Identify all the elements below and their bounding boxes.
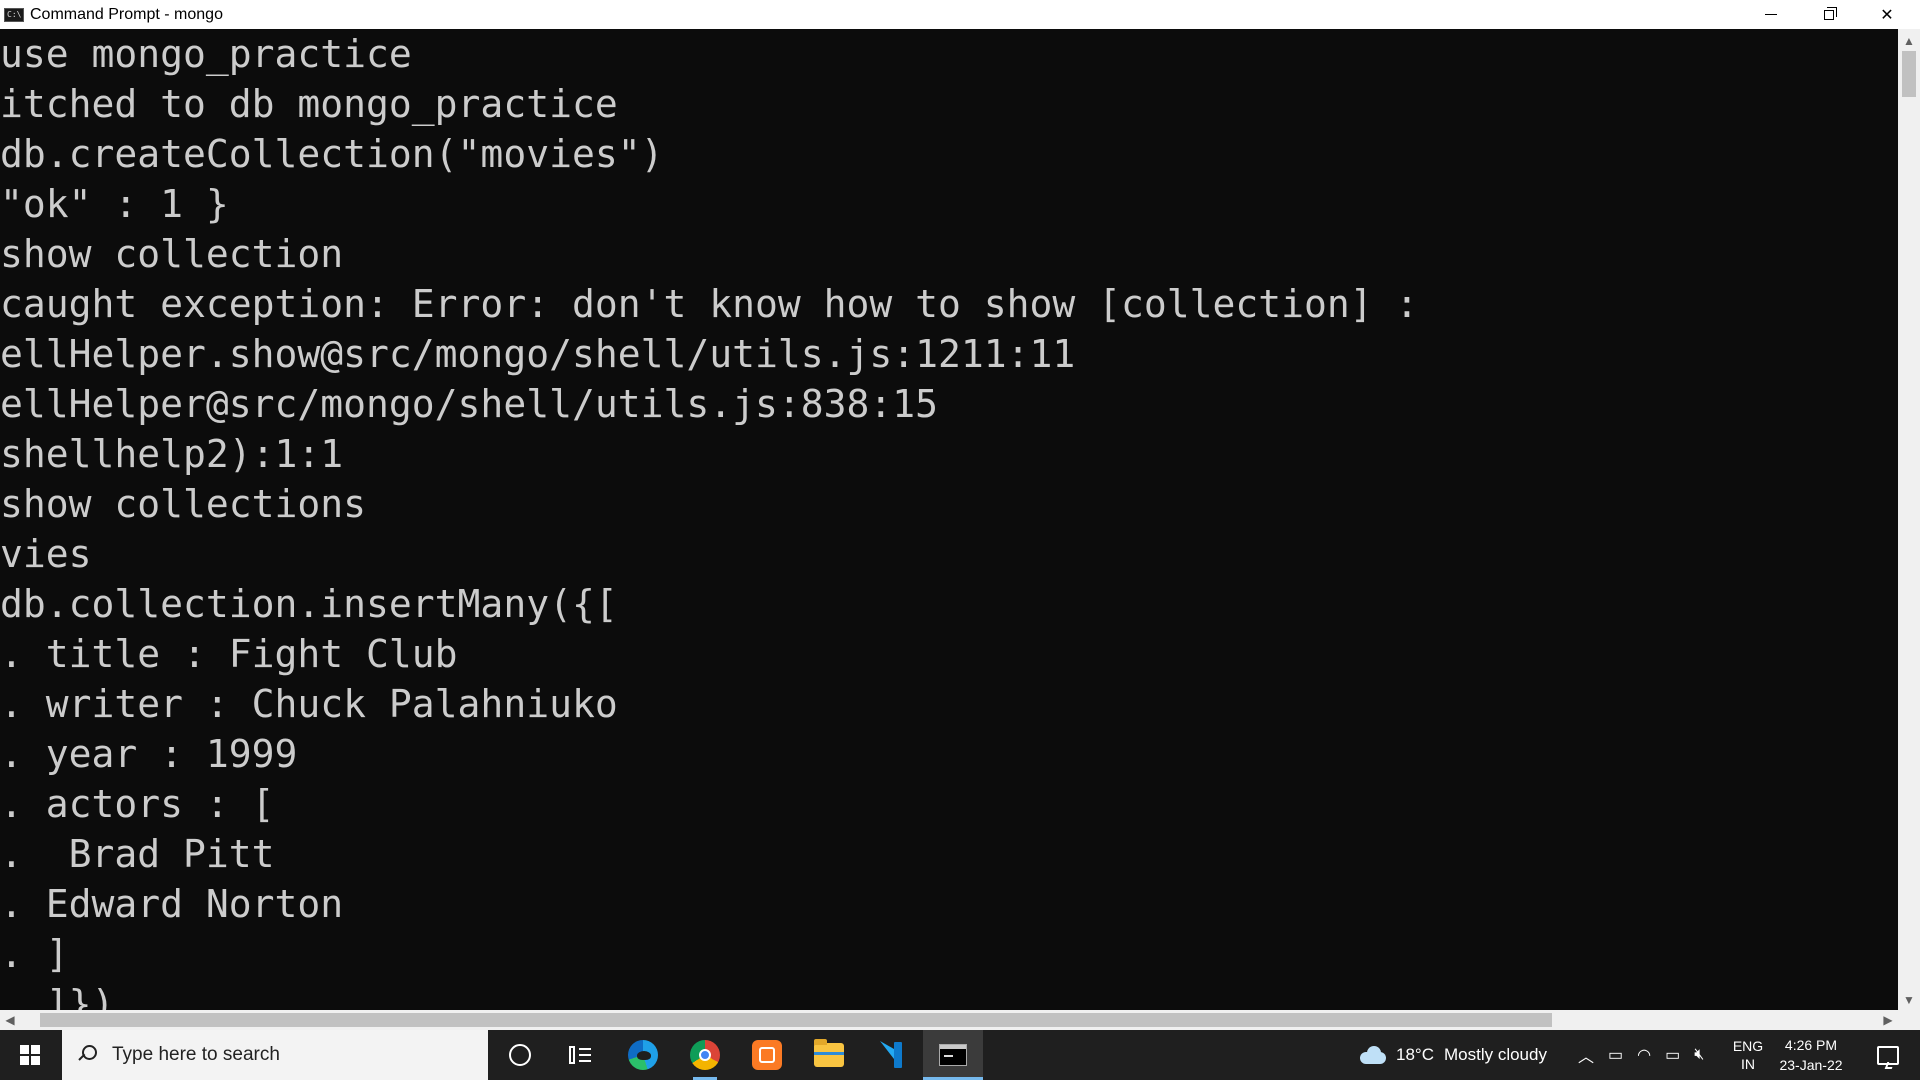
minimize-icon xyxy=(1765,14,1777,15)
taskbar-app-edge[interactable] xyxy=(613,1030,673,1080)
language-region: IN xyxy=(1741,1056,1755,1072)
console-line: show collections xyxy=(0,482,367,526)
clock-time: 4:26 PM xyxy=(1784,1037,1838,1053)
console-line: itched to db mongo_practice xyxy=(0,82,618,126)
console-line: db.createCollection("movies") xyxy=(0,132,664,176)
task-view-button[interactable] xyxy=(550,1030,610,1080)
console-line: caught exception: Error: don't know how … xyxy=(0,282,1419,326)
taskbar-app-xampp[interactable] xyxy=(737,1030,797,1080)
vscode-icon xyxy=(876,1040,906,1070)
taskbar-app-command-prompt[interactable] xyxy=(923,1030,983,1080)
console-line: ]}) xyxy=(0,982,115,1010)
windows-logo-icon xyxy=(20,1045,40,1065)
taskbar-app-vscode[interactable] xyxy=(861,1030,921,1080)
console-line: shellhelp2):1:1 xyxy=(0,432,344,476)
taskbar-app-chrome[interactable] xyxy=(675,1030,735,1080)
taskbar-clock[interactable]: 4:26 PM 23-Jan-22 xyxy=(1772,1030,1850,1080)
cmd-icon xyxy=(939,1044,967,1066)
close-icon: ✕ xyxy=(1880,6,1894,24)
taskbar-app-file-explorer[interactable] xyxy=(799,1030,859,1080)
console-line: . actors : [ xyxy=(0,782,275,826)
command-prompt-icon[interactable]: C:\ xyxy=(4,7,24,22)
horizontal-scrollbar[interactable]: ◀ ▶ xyxy=(0,1010,1898,1030)
restore-icon xyxy=(1824,6,1837,20)
edge-icon xyxy=(628,1040,658,1070)
scroll-up-icon[interactable]: ▲ xyxy=(1898,31,1920,51)
console-line: use mongo_practice xyxy=(0,32,412,76)
language-code: ENG xyxy=(1732,1038,1764,1054)
console-line: . Edward Norton xyxy=(0,882,344,926)
system-tray: ︿ ▭ ◠ ▭ 🔇︎ xyxy=(1578,1030,1704,1080)
chrome-icon xyxy=(690,1040,720,1070)
console-line: . Brad Pitt xyxy=(0,832,275,876)
horizontal-scroll-thumb[interactable] xyxy=(40,1013,1552,1027)
battery-icon[interactable]: ▭ xyxy=(1665,1045,1680,1065)
notification-center-button[interactable] xyxy=(1868,1030,1908,1080)
volume-muted-icon[interactable]: 🔇︎ xyxy=(1694,1046,1704,1064)
scroll-left-icon[interactable]: ◀ xyxy=(0,1010,20,1030)
close-button[interactable]: ✕ xyxy=(1858,0,1916,29)
vertical-scroll-thumb[interactable] xyxy=(1902,51,1916,97)
minimize-button[interactable] xyxy=(1742,0,1800,29)
chevron-up-icon[interactable]: ︿ xyxy=(1578,1043,1594,1067)
cloud-icon xyxy=(1358,1045,1388,1065)
console-line: . writer : Chuck Palahniuko xyxy=(0,682,618,726)
console-text: use mongo_practiceitched to db mongo_pra… xyxy=(0,29,1898,1010)
console-line: . ] xyxy=(0,932,69,976)
console-line: . title : Fight Club xyxy=(0,632,458,676)
console-line: show collection xyxy=(0,232,344,276)
clock-date: 23-Jan-22 xyxy=(1779,1057,1843,1073)
vertical-scrollbar[interactable]: ▲ ▼ xyxy=(1898,29,1920,1010)
console-line: . year : 1999 xyxy=(0,732,298,776)
title-bar[interactable]: C:\ Command Prompt - mongo ✕ xyxy=(0,0,1920,29)
weather-widget[interactable]: 18°C Mostly cloudy xyxy=(1358,1030,1547,1080)
cortana-icon xyxy=(509,1044,531,1066)
restore-button[interactable] xyxy=(1800,0,1858,29)
notification-icon xyxy=(1877,1045,1899,1065)
window-title: Command Prompt - mongo xyxy=(30,5,223,23)
console-output[interactable]: use mongo_practiceitched to db mongo_pra… xyxy=(0,29,1898,1010)
search-icon xyxy=(76,1043,100,1067)
wifi-icon[interactable]: ◠ xyxy=(1637,1045,1651,1065)
input-language-indicator[interactable]: ENG IN xyxy=(1728,1030,1768,1080)
xampp-icon xyxy=(752,1040,782,1070)
taskbar-search[interactable] xyxy=(62,1030,488,1080)
scrollbar-corner xyxy=(1898,1010,1920,1030)
task-view-icon xyxy=(569,1046,591,1064)
cortana-button[interactable] xyxy=(490,1030,550,1080)
weather-temperature: 18°C xyxy=(1396,1045,1434,1064)
search-input[interactable] xyxy=(110,1043,474,1067)
scroll-down-icon[interactable]: ▼ xyxy=(1898,990,1920,1010)
app-icon-text: C:\ xyxy=(7,9,22,19)
console-line: db.collection.insertMany({[ xyxy=(0,582,618,626)
console-line: ellHelper.show@src/mongo/shell/utils.js:… xyxy=(0,332,1076,376)
scroll-right-icon[interactable]: ▶ xyxy=(1878,1010,1898,1030)
taskbar: 18°C Mostly cloudy ︿ ▭ ◠ ▭ 🔇︎ ENG IN 4:2… xyxy=(0,1030,1920,1080)
start-button[interactable] xyxy=(0,1030,60,1080)
meet-now-icon[interactable]: ▭ xyxy=(1608,1045,1623,1065)
weather-condition: Mostly cloudy xyxy=(1443,1045,1547,1064)
console-line: vies xyxy=(0,532,92,576)
console-line: "ok" : 1 } xyxy=(0,182,229,226)
folder-icon xyxy=(814,1039,844,1067)
console-line: ellHelper@src/mongo/shell/utils.js:838:1… xyxy=(0,382,938,426)
